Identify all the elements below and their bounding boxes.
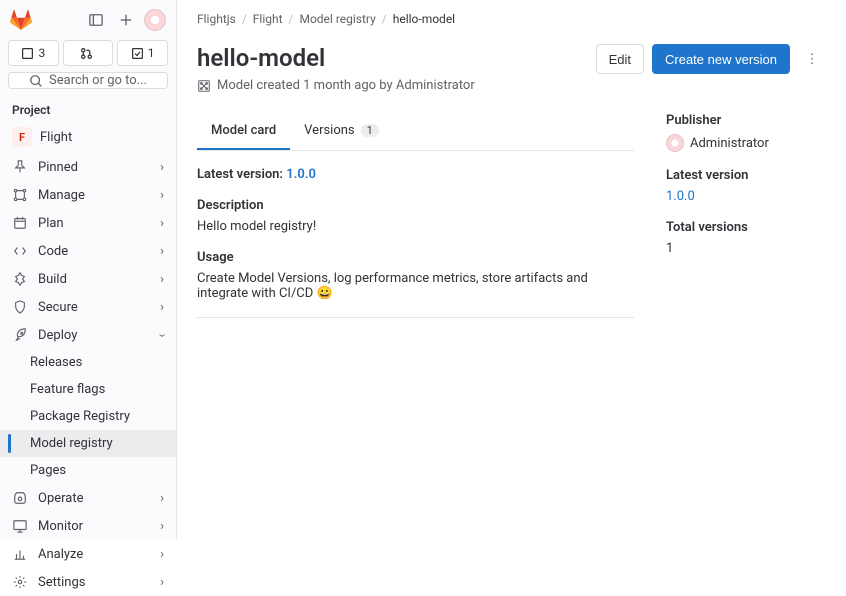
breadcrumb-item[interactable]: Model registry <box>299 12 375 26</box>
sidebar-sub-package-registry[interactable]: Package Registry <box>0 403 176 430</box>
model-icon <box>197 79 211 93</box>
page-title: hello-model <box>197 44 325 72</box>
model-meta: Model created 1 month ago by Administrat… <box>197 78 826 93</box>
more-actions-icon[interactable]: ⋮ <box>798 44 826 74</box>
sidebar-sub-model-registry[interactable]: Model registry <box>0 430 176 457</box>
chevron-right-icon: › <box>160 160 164 175</box>
manage-icon <box>12 187 28 203</box>
chevron-right-icon: › <box>160 519 164 534</box>
usage-heading: Usage <box>197 250 634 265</box>
usage-text: Create Model Versions, log performance m… <box>197 271 634 301</box>
project-name: Flight <box>40 130 72 145</box>
sidebar-item-plan[interactable]: Plan › <box>0 209 176 237</box>
sidebar-item-analyze[interactable]: Analyze › <box>0 540 176 568</box>
tabs: Model card Versions 1 <box>197 113 634 151</box>
latest-version-link[interactable]: 1.0.0 <box>286 167 316 182</box>
chevron-right-icon: › <box>160 547 164 562</box>
search-placeholder: Search or go to... <box>49 73 147 88</box>
chevron-right-icon: › <box>160 244 164 259</box>
edit-button[interactable]: Edit <box>596 44 644 74</box>
sidebar-item-deploy[interactable]: Deploy › <box>0 321 176 349</box>
chevron-right-icon: › <box>160 272 164 287</box>
total-versions-heading: Total versions <box>666 220 826 235</box>
breadcrumb-item[interactable]: Flight <box>253 12 283 26</box>
model-meta-text: Model created 1 month ago by Administrat… <box>217 78 475 93</box>
sidebar-item-secure[interactable]: Secure › <box>0 293 176 321</box>
code-icon <box>12 243 28 259</box>
sidebar-sub-feature-flags[interactable]: Feature flags <box>0 376 176 403</box>
side-latest-heading: Latest version <box>666 168 826 183</box>
total-versions-value: 1 <box>666 241 826 256</box>
issues-count-value: 3 <box>38 46 45 60</box>
main-content: Flightjs / Flight / Model registry / hel… <box>177 0 846 539</box>
latest-version-row: Latest version: 1.0.0 <box>197 167 634 182</box>
search-icon <box>29 74 43 88</box>
gitlab-logo[interactable] <box>10 9 32 31</box>
merge-requests-count[interactable] <box>63 40 114 66</box>
breadcrumb-current: hello-model <box>393 12 455 26</box>
sidebar-sub-pages[interactable]: Pages <box>0 457 176 484</box>
breadcrumb-item[interactable]: Flightjs <box>197 12 236 26</box>
project-section-header: Project <box>0 99 176 121</box>
sidebar-item-code[interactable]: Code › <box>0 237 176 265</box>
publisher-name[interactable]: Administrator <box>690 136 769 151</box>
chart-icon <box>12 546 28 562</box>
chevron-right-icon: › <box>160 491 164 506</box>
sidebar-sub-releases[interactable]: Releases <box>0 349 176 376</box>
sidebar-item-build[interactable]: Build › <box>0 265 176 293</box>
pin-icon <box>12 159 28 175</box>
sidebar-item-operate[interactable]: Operate › <box>0 484 176 512</box>
side-latest-link[interactable]: 1.0.0 <box>666 189 826 204</box>
sidebar-item-manage[interactable]: Manage › <box>0 181 176 209</box>
sidebar-item-settings[interactable]: Settings › <box>0 568 176 596</box>
user-avatar[interactable] <box>144 9 166 31</box>
versions-badge: 1 <box>361 124 379 137</box>
rocket-icon <box>12 327 28 343</box>
project-item[interactable]: F Flight <box>0 121 176 153</box>
monitor-icon <box>12 518 28 534</box>
sidebar: 3 1 Search or go to... Project F Flight … <box>0 0 177 539</box>
tab-versions[interactable]: Versions 1 <box>290 113 393 150</box>
chevron-right-icon: › <box>160 216 164 231</box>
chevron-right-icon: › <box>160 188 164 203</box>
chevron-down-icon: › <box>155 333 170 337</box>
shield-icon <box>12 299 28 315</box>
chevron-right-icon: › <box>160 300 164 315</box>
chevron-right-icon: › <box>160 575 164 590</box>
sidebar-collapse-icon[interactable] <box>84 8 108 32</box>
breadcrumb: Flightjs / Flight / Model registry / hel… <box>197 12 826 26</box>
todos-count[interactable]: 1 <box>117 40 168 66</box>
sidebar-item-monitor[interactable]: Monitor › <box>0 512 176 540</box>
sidebar-item-pinned[interactable]: Pinned › <box>0 153 176 181</box>
tab-model-card[interactable]: Model card <box>197 113 290 150</box>
publisher-heading: Publisher <box>666 113 826 128</box>
plan-icon <box>12 215 28 231</box>
todos-count-value: 1 <box>148 46 155 60</box>
gear-icon <box>12 574 28 590</box>
project-avatar: F <box>12 127 32 147</box>
build-icon <box>12 271 28 287</box>
divider <box>197 317 634 318</box>
description-heading: Description <box>197 198 634 213</box>
issues-count[interactable]: 3 <box>8 40 59 66</box>
search-input[interactable]: Search or go to... <box>8 72 168 89</box>
create-new-version-button[interactable]: Create new version <box>652 44 790 74</box>
publisher-avatar[interactable] <box>666 134 684 152</box>
operate-icon <box>12 490 28 506</box>
description-text: Hello model registry! <box>197 219 634 234</box>
plus-icon[interactable] <box>114 8 138 32</box>
